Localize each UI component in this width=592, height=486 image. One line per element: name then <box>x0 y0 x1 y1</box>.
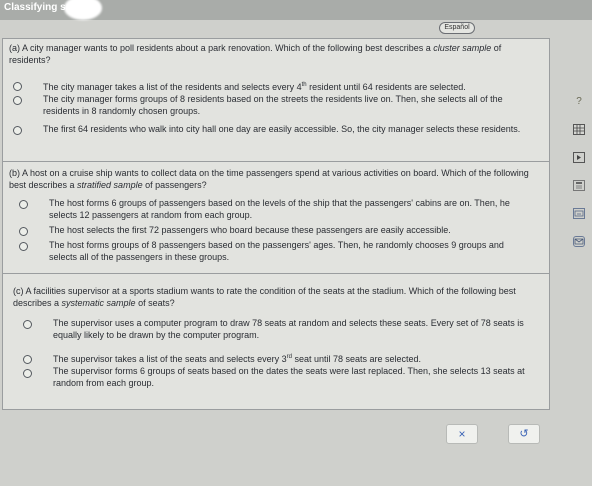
option-text: The host forms 6 groups of passengers ba… <box>49 198 510 220</box>
radio-button[interactable] <box>23 320 32 329</box>
question-panel: (a) A city manager wants to poll residen… <box>2 38 550 410</box>
radio-button[interactable] <box>23 369 32 378</box>
radio-button[interactable] <box>13 82 22 91</box>
part-b-question: (b) A host on a cruise ship wants to col… <box>9 168 541 191</box>
reset-button[interactable]: ↺ <box>508 424 540 444</box>
radio-button[interactable] <box>19 242 28 251</box>
part-b: (b) A host on a cruise ship wants to col… <box>3 161 549 273</box>
close-button[interactable]: × <box>446 424 478 444</box>
glare-spot <box>64 0 102 20</box>
question-suffix: of seats? <box>135 297 175 308</box>
question-term: systematic sample <box>61 297 136 308</box>
question-term: stratified sample <box>77 179 143 190</box>
radio-button[interactable] <box>13 126 22 135</box>
mail-icon[interactable] <box>573 236 585 247</box>
table-icon[interactable] <box>573 124 585 135</box>
window-title: Classifying sa <box>4 2 72 13</box>
option-text: The first 64 residents who walk into cit… <box>43 124 521 134</box>
video-icon[interactable] <box>573 152 585 163</box>
radio-button[interactable] <box>19 200 28 209</box>
option-text: The city manager forms groups of 8 resid… <box>43 94 503 116</box>
question-term: cluster sample <box>433 43 492 53</box>
part-a-question: (a) A city manager wants to poll residen… <box>9 43 541 66</box>
option-text: The supervisor takes a list of the seats… <box>53 354 422 364</box>
part-c: (c) A facilities supervisor at a sports … <box>3 273 549 409</box>
question-suffix: of passengers? <box>142 179 207 190</box>
option-text: The supervisor uses a computer program t… <box>53 318 524 340</box>
question-text: (a) A city manager wants to poll residen… <box>9 43 434 53</box>
radio-button[interactable] <box>19 227 28 236</box>
option-text: The supervisor forms 6 groups of seats b… <box>53 366 525 388</box>
keyboard-icon[interactable] <box>573 208 585 219</box>
option-text: The host selects the first 72 passengers… <box>49 225 451 235</box>
option-text: The host forms groups of 8 passengers ba… <box>49 240 504 262</box>
part-c-question: (c) A facilities supervisor at a sports … <box>13 286 541 309</box>
radio-button[interactable] <box>23 355 32 364</box>
language-button[interactable]: Español <box>439 22 475 34</box>
option-text: The city manager takes a list of the res… <box>43 82 466 92</box>
calculator-icon[interactable] <box>573 180 585 191</box>
radio-button[interactable] <box>13 96 22 105</box>
window-titlebar: Classifying sa <box>0 0 592 20</box>
part-a: (a) A city manager wants to poll residen… <box>3 39 549 161</box>
help-icon[interactable]: ? <box>573 96 585 107</box>
